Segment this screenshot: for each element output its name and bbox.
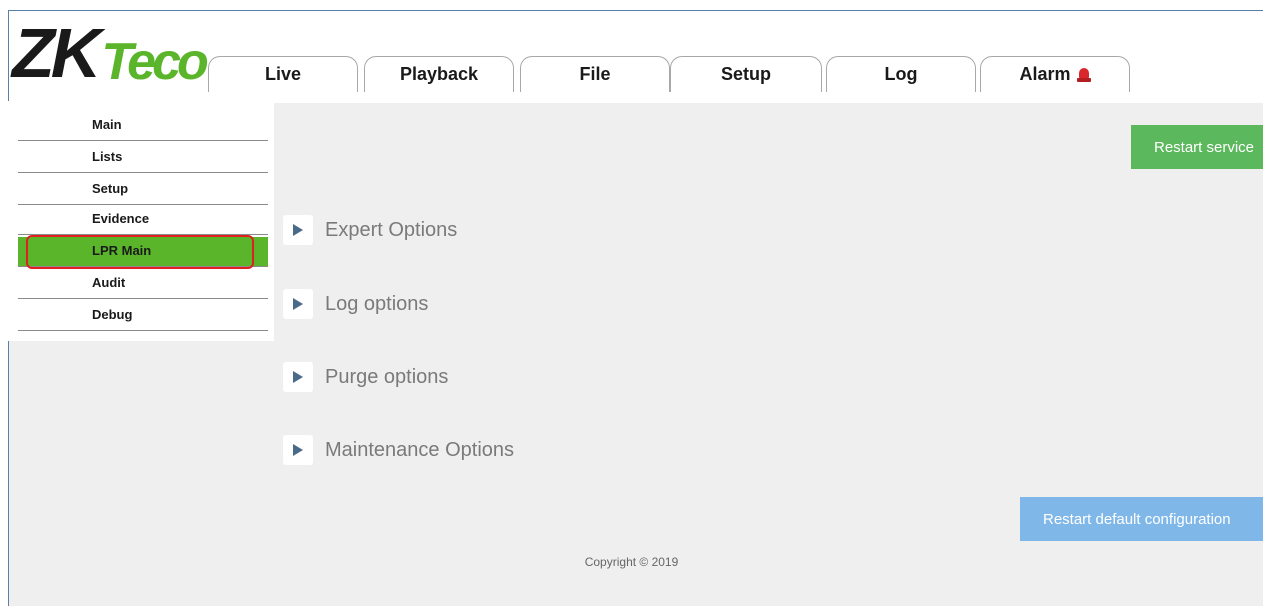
tab-label: Alarm <box>1019 64 1071 84</box>
sidebar-item-lpr-main[interactable]: LPR Main <box>18 237 268 267</box>
expand-arrow-icon <box>283 435 313 465</box>
section-label: Expert Options <box>325 218 458 241</box>
sidebar-item-label: Evidence <box>92 211 150 226</box>
sidebar-item-label: Setup <box>92 181 129 196</box>
sidebar-item-evidence[interactable]: Evidence <box>18 205 268 235</box>
restart-service-button[interactable]: Restart service <box>1131 125 1263 169</box>
tab-alarm[interactable]: Alarm <box>980 56 1130 92</box>
tab-label: Setup <box>720 64 771 84</box>
sidebar-item-label: Main <box>92 117 122 132</box>
sidebar-item-debug[interactable]: Debug <box>18 301 268 331</box>
tab-log[interactable]: Log <box>826 56 976 92</box>
expand-arrow-icon <box>283 215 313 245</box>
section-label: Log options <box>325 292 429 315</box>
sidebar-item-label: Audit <box>92 275 126 290</box>
tab-label: File <box>579 64 611 84</box>
sidebar-item-setup[interactable]: Setup <box>18 175 268 205</box>
tab-playback[interactable]: Playback <box>364 56 514 92</box>
restart-default-configuration-button[interactable]: Restart default configuration <box>1020 497 1263 541</box>
tab-setup[interactable]: Setup <box>670 56 822 92</box>
tab-label: Log <box>884 64 918 84</box>
expand-arrow-icon <box>283 362 313 392</box>
section-log-options[interactable]: Log options <box>283 289 428 319</box>
copyright-text: Copyright © 2019 <box>584 555 679 569</box>
sidebar-item-label: Debug <box>92 307 133 322</box>
tab-live[interactable]: Live <box>208 56 358 92</box>
section-expert-options[interactable]: Expert Options <box>283 215 457 245</box>
sidebar-item-label: LPR Main <box>92 243 152 258</box>
section-purge-options[interactable]: Purge options <box>283 362 448 392</box>
alarm-siren-icon <box>1076 67 1091 83</box>
sidebar: Main Lists Setup Evidence LPR Main Audit… <box>8 101 274 341</box>
section-label: Purge options <box>325 365 449 388</box>
section-maintenance-options[interactable]: Maintenance Options <box>283 435 514 465</box>
logo-main-text: ZK <box>12 14 101 92</box>
section-label: Maintenance Options <box>325 438 515 461</box>
logo-accent-text: Teco <box>101 33 208 91</box>
sidebar-item-main[interactable]: Main <box>18 111 268 141</box>
tab-label: Live <box>264 64 302 84</box>
zkteco-logo: ZK Teco <box>12 14 209 92</box>
sidebar-item-label: Lists <box>92 149 123 164</box>
sidebar-item-lists[interactable]: Lists <box>18 143 268 173</box>
tab-file[interactable]: File <box>520 56 670 92</box>
tab-label: Playback <box>399 64 479 84</box>
expand-arrow-icon <box>283 289 313 319</box>
sidebar-item-audit[interactable]: Audit <box>18 269 268 299</box>
